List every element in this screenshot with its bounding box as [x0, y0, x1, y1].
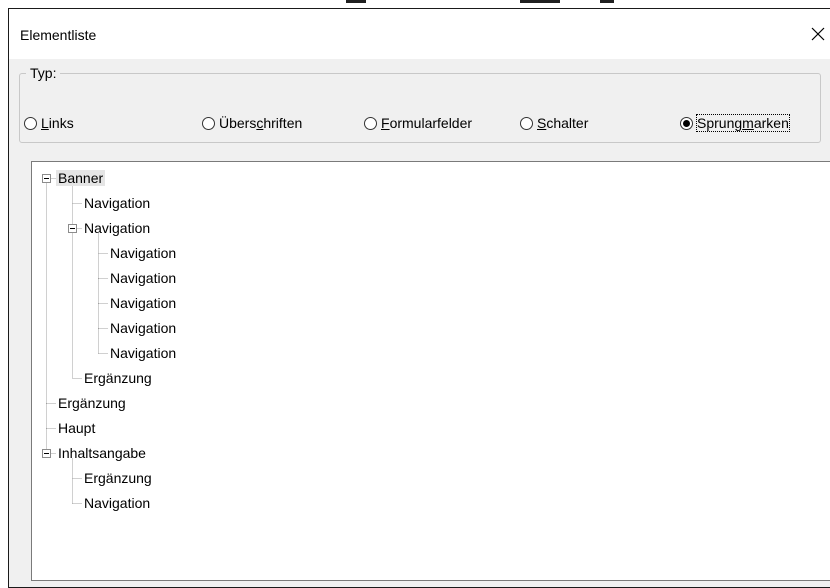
tree-node[interactable]: Banner: [56, 170, 106, 186]
tree-node[interactable]: Ergänzung: [58, 395, 126, 411]
radio-links[interactable]: Links: [24, 115, 74, 131]
tree-node[interactable]: Navigation: [110, 345, 176, 361]
tree-node[interactable]: Inhaltsangabe: [58, 445, 146, 461]
radio-label: Links: [41, 115, 74, 131]
tree-node[interactable]: Navigation: [84, 495, 150, 511]
background-artifact: [520, 0, 560, 3]
type-group-label: Typ:: [26, 65, 61, 81]
collapse-icon[interactable]: [42, 449, 51, 458]
type-groupbox: Typ: Links Überschriften Formularfelder …: [19, 65, 821, 143]
element-list-dialog: Elementliste Typ: Links Überschriften Fo…: [8, 8, 830, 588]
title-bar: Elementliste: [9, 9, 830, 59]
radio-label: Formularfelder: [381, 115, 473, 131]
tree-node[interactable]: Navigation: [84, 195, 150, 211]
radio-sprungmarken[interactable]: Sprungmarken: [680, 114, 790, 132]
element-tree[interactable]: Banner Navigation Navigation Navigation Navi…: [31, 161, 830, 581]
close-icon: [811, 27, 825, 41]
radio-button-icon: [364, 116, 377, 130]
collapse-icon[interactable]: [68, 224, 77, 233]
radio-schalter[interactable]: Schalter: [520, 115, 588, 131]
radio-button-checked-icon: [680, 116, 693, 130]
radio-label: Sprungmarken: [696, 114, 790, 132]
radio-label: Überschriften: [219, 115, 303, 131]
tree-node[interactable]: Navigation: [110, 295, 176, 311]
radio-button-icon: [24, 116, 37, 130]
background-app-left: [0, 0, 8, 568]
radio-button-icon: [202, 116, 215, 130]
radio-formularfelder[interactable]: Formularfelder: [364, 115, 472, 131]
tree-node[interactable]: Ergänzung: [84, 470, 152, 486]
window-title: Elementliste: [20, 27, 97, 43]
tree-node[interactable]: Ergänzung: [84, 370, 152, 386]
tree-node[interactable]: Navigation: [84, 220, 150, 236]
tree-node[interactable]: Navigation: [110, 245, 176, 261]
collapse-icon[interactable]: [42, 174, 51, 183]
tree-node[interactable]: Navigation: [110, 320, 176, 336]
background-app-top: [0, 0, 830, 6]
radio-label: Schalter: [537, 115, 589, 131]
tree-node[interactable]: Haupt: [58, 420, 95, 436]
close-button[interactable]: [803, 19, 830, 49]
background-artifact: [346, 0, 366, 3]
background-artifact: [600, 0, 614, 3]
radio-button-icon: [520, 116, 533, 130]
radio-ueberschriften[interactable]: Überschriften: [202, 115, 302, 131]
tree-node[interactable]: Navigation: [110, 270, 176, 286]
